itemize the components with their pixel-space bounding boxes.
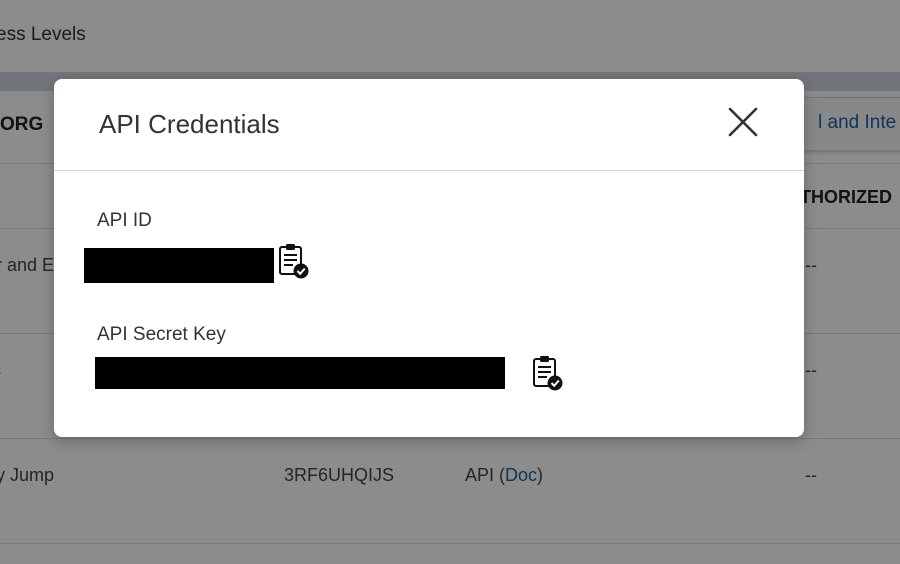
api-secret-key-label: API Secret Key	[97, 324, 226, 345]
api-id-value-redacted	[84, 248, 274, 283]
close-icon	[728, 107, 758, 137]
api-secret-key-value-redacted	[95, 357, 505, 389]
close-button[interactable]	[724, 103, 762, 141]
copy-api-secret-key-button[interactable]	[531, 354, 565, 392]
copy-api-id-button[interactable]	[277, 242, 311, 280]
modal-title: API Credentials	[99, 109, 280, 139]
api-credentials-modal: API Credentials API ID API Secret Key	[54, 79, 804, 437]
api-id-label: API ID	[97, 210, 152, 231]
clipboard-check-icon	[279, 244, 309, 279]
clipboard-check-icon	[533, 356, 563, 391]
modal-header: API Credentials	[54, 79, 804, 171]
